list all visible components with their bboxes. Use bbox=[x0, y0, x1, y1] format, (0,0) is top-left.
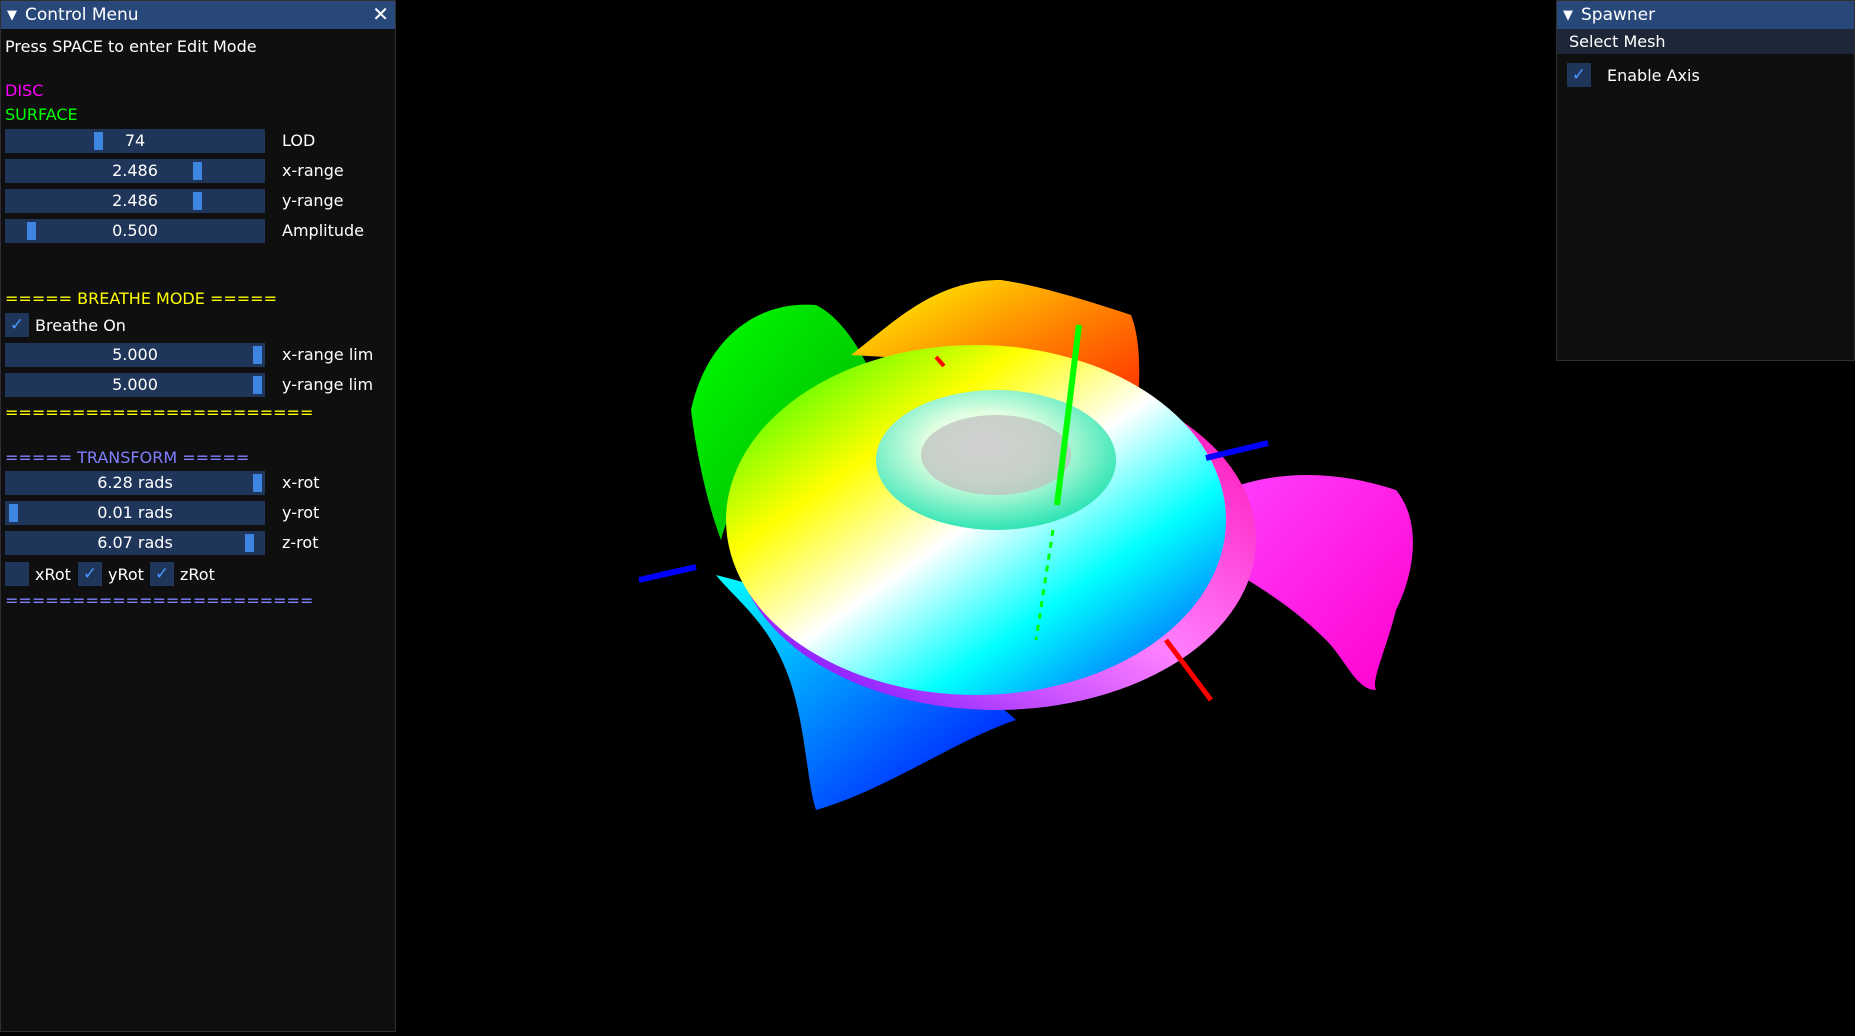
y-range-lim-slider[interactable]: 5.000 bbox=[5, 373, 265, 397]
checkmark-icon: ✓ bbox=[1571, 65, 1587, 85]
surface-render bbox=[638, 280, 1413, 810]
lod-label: LOD bbox=[282, 131, 316, 150]
checkmark-icon: ✓ bbox=[154, 564, 170, 584]
y-range-lim-label: y-range lim bbox=[282, 375, 374, 394]
select-mesh-label: Select Mesh bbox=[1569, 32, 1666, 51]
x-rot-slider[interactable]: 6.28 rads bbox=[5, 471, 265, 495]
enable-axis-label: Enable Axis bbox=[1607, 66, 1700, 85]
transform-footer: ======================= bbox=[5, 591, 314, 610]
x-range-lim-slider[interactable]: 5.000 bbox=[5, 343, 265, 367]
y-rot-label: y-rot bbox=[282, 503, 320, 522]
transform-header: ===== TRANSFORM ===== bbox=[5, 448, 250, 467]
checkmark-icon: ✓ bbox=[9, 315, 25, 335]
spawner-window: ▼ Spawner Select Mesh ✓ Enable Axis bbox=[1556, 0, 1855, 361]
select-mesh-header[interactable]: Select Mesh bbox=[1557, 29, 1854, 54]
xrot-label: xRot bbox=[35, 565, 71, 584]
zrot-checkbox[interactable]: ✓ bbox=[150, 562, 174, 586]
enable-axis-checkbox[interactable]: ✓ bbox=[1567, 63, 1591, 87]
y-rot-value: 0.01 rads bbox=[97, 503, 173, 522]
triangle-down-icon[interactable]: ▼ bbox=[1563, 8, 1573, 23]
lod-value: 74 bbox=[124, 131, 146, 150]
y-range-value: 2.486 bbox=[112, 191, 158, 210]
z-rot-label: z-rot bbox=[282, 533, 319, 552]
breathe-mode-header: ===== BREATHE MODE ===== bbox=[5, 289, 277, 308]
x-range-lim-value: 5.000 bbox=[112, 345, 158, 364]
close-icon[interactable]: ✕ bbox=[372, 3, 389, 25]
spawner-title: Spawner bbox=[1581, 5, 1656, 25]
x-rot-label: x-rot bbox=[282, 473, 320, 492]
x-range-value: 2.486 bbox=[112, 161, 158, 180]
triangle-down-icon[interactable]: ▼ bbox=[7, 8, 17, 23]
disc-label[interactable]: DISC bbox=[5, 81, 43, 100]
amplitude-label: Amplitude bbox=[282, 221, 364, 240]
3d-viewport[interactable] bbox=[396, 0, 1556, 1032]
zrot-label: zRot bbox=[180, 565, 215, 584]
surface-label[interactable]: SURFACE bbox=[5, 105, 78, 124]
z-rot-slider[interactable]: 6.07 rads bbox=[5, 531, 265, 555]
x-range-label: x-range bbox=[282, 161, 344, 180]
edit-mode-hint: Press SPACE to enter Edit Mode bbox=[5, 37, 257, 56]
breathe-on-checkbox[interactable]: ✓ bbox=[5, 313, 29, 337]
x-range-slider[interactable]: 2.486 bbox=[5, 159, 265, 183]
breathe-mode-footer: ======================= bbox=[5, 403, 314, 422]
control-menu-titlebar[interactable]: ▼ Control Menu ✕ bbox=[1, 1, 395, 29]
y-rot-slider[interactable]: 0.01 rads bbox=[5, 501, 265, 525]
xrot-checkbox[interactable] bbox=[5, 562, 29, 586]
y-range-slider[interactable]: 2.486 bbox=[5, 189, 265, 213]
y-range-label: y-range bbox=[282, 191, 344, 210]
control-menu-title: Control Menu bbox=[25, 5, 139, 25]
yrot-label: yRot bbox=[108, 565, 144, 584]
x-range-lim-label: x-range lim bbox=[282, 345, 374, 364]
amplitude-value: 0.500 bbox=[112, 221, 158, 240]
lod-slider[interactable]: 74 bbox=[5, 129, 265, 153]
yrot-checkbox[interactable]: ✓ bbox=[78, 562, 102, 586]
breathe-on-label: Breathe On bbox=[35, 316, 126, 335]
x-rot-value: 6.28 rads bbox=[97, 473, 173, 492]
control-menu-window: ▼ Control Menu ✕ Press SPACE to enter Ed… bbox=[0, 0, 396, 1032]
z-rot-value: 6.07 rads bbox=[97, 533, 173, 552]
y-range-lim-value: 5.000 bbox=[112, 375, 158, 394]
amplitude-slider[interactable]: 0.500 bbox=[5, 219, 265, 243]
checkmark-icon: ✓ bbox=[82, 564, 98, 584]
spawner-titlebar[interactable]: ▼ Spawner bbox=[1557, 1, 1854, 29]
